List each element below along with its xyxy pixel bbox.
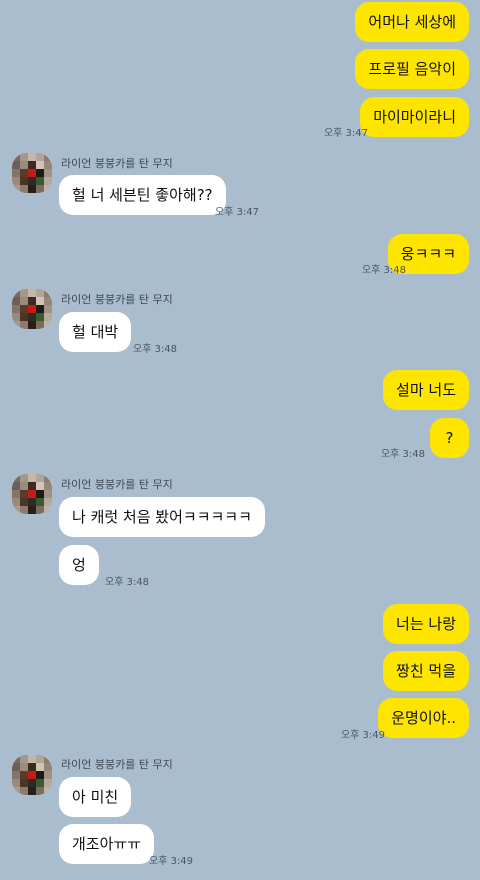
message-timestamp: 오후 3:48: [105, 577, 150, 588]
message-timestamp: 오후 3:49: [149, 856, 194, 867]
their-message-bubble[interactable]: 헐 너 세븐틴 좋아해??: [59, 175, 226, 215]
their-message-bubble[interactable]: 헐 대박: [59, 312, 132, 352]
my-message-bubble[interactable]: 짱친 먹을: [383, 651, 469, 691]
message-timestamp: 오후 3:48: [380, 449, 425, 460]
message-timestamp: 오후 3:48: [133, 344, 178, 355]
my-message-bubble[interactable]: 운명이야..: [378, 698, 469, 738]
my-message-bubble[interactable]: ?: [430, 418, 469, 458]
their-message-bubble[interactable]: 아 미친: [59, 777, 132, 817]
my-message-bubble[interactable]: 너는 나랑: [383, 604, 469, 644]
my-message-bubble[interactable]: 마이마이라니: [360, 97, 469, 137]
contact-name: 라이언 붕붕카를 탄 무지: [61, 478, 173, 491]
my-message-bubble[interactable]: 프로필 음악이: [355, 49, 469, 89]
my-message-bubble[interactable]: 어머나 세상에: [355, 2, 469, 42]
message-timestamp: 오후 3:47: [323, 128, 368, 139]
message-timestamp: 오후 3:48: [361, 265, 406, 276]
their-message-bubble[interactable]: 엉: [59, 545, 99, 585]
their-message-bubble[interactable]: 개조아ㅠㅠ: [59, 824, 155, 864]
message-timestamp: 오후 3:47: [215, 207, 260, 218]
my-message-bubble[interactable]: 설마 너도: [383, 370, 469, 410]
contact-name: 라이언 붕붕카를 탄 무지: [61, 157, 173, 170]
contact-name: 라이언 붕붕카를 탄 무지: [61, 758, 173, 771]
contact-avatar[interactable]: [12, 289, 52, 329]
contact-name: 라이언 붕붕카를 탄 무지: [61, 293, 173, 306]
message-timestamp: 오후 3:49: [340, 730, 385, 741]
their-message-bubble[interactable]: 나 캐럿 처음 봤어ㅋㅋㅋㅋㅋ: [59, 497, 265, 537]
contact-avatar[interactable]: [12, 153, 52, 193]
contact-avatar[interactable]: [12, 474, 52, 514]
contact-avatar[interactable]: [12, 755, 52, 795]
